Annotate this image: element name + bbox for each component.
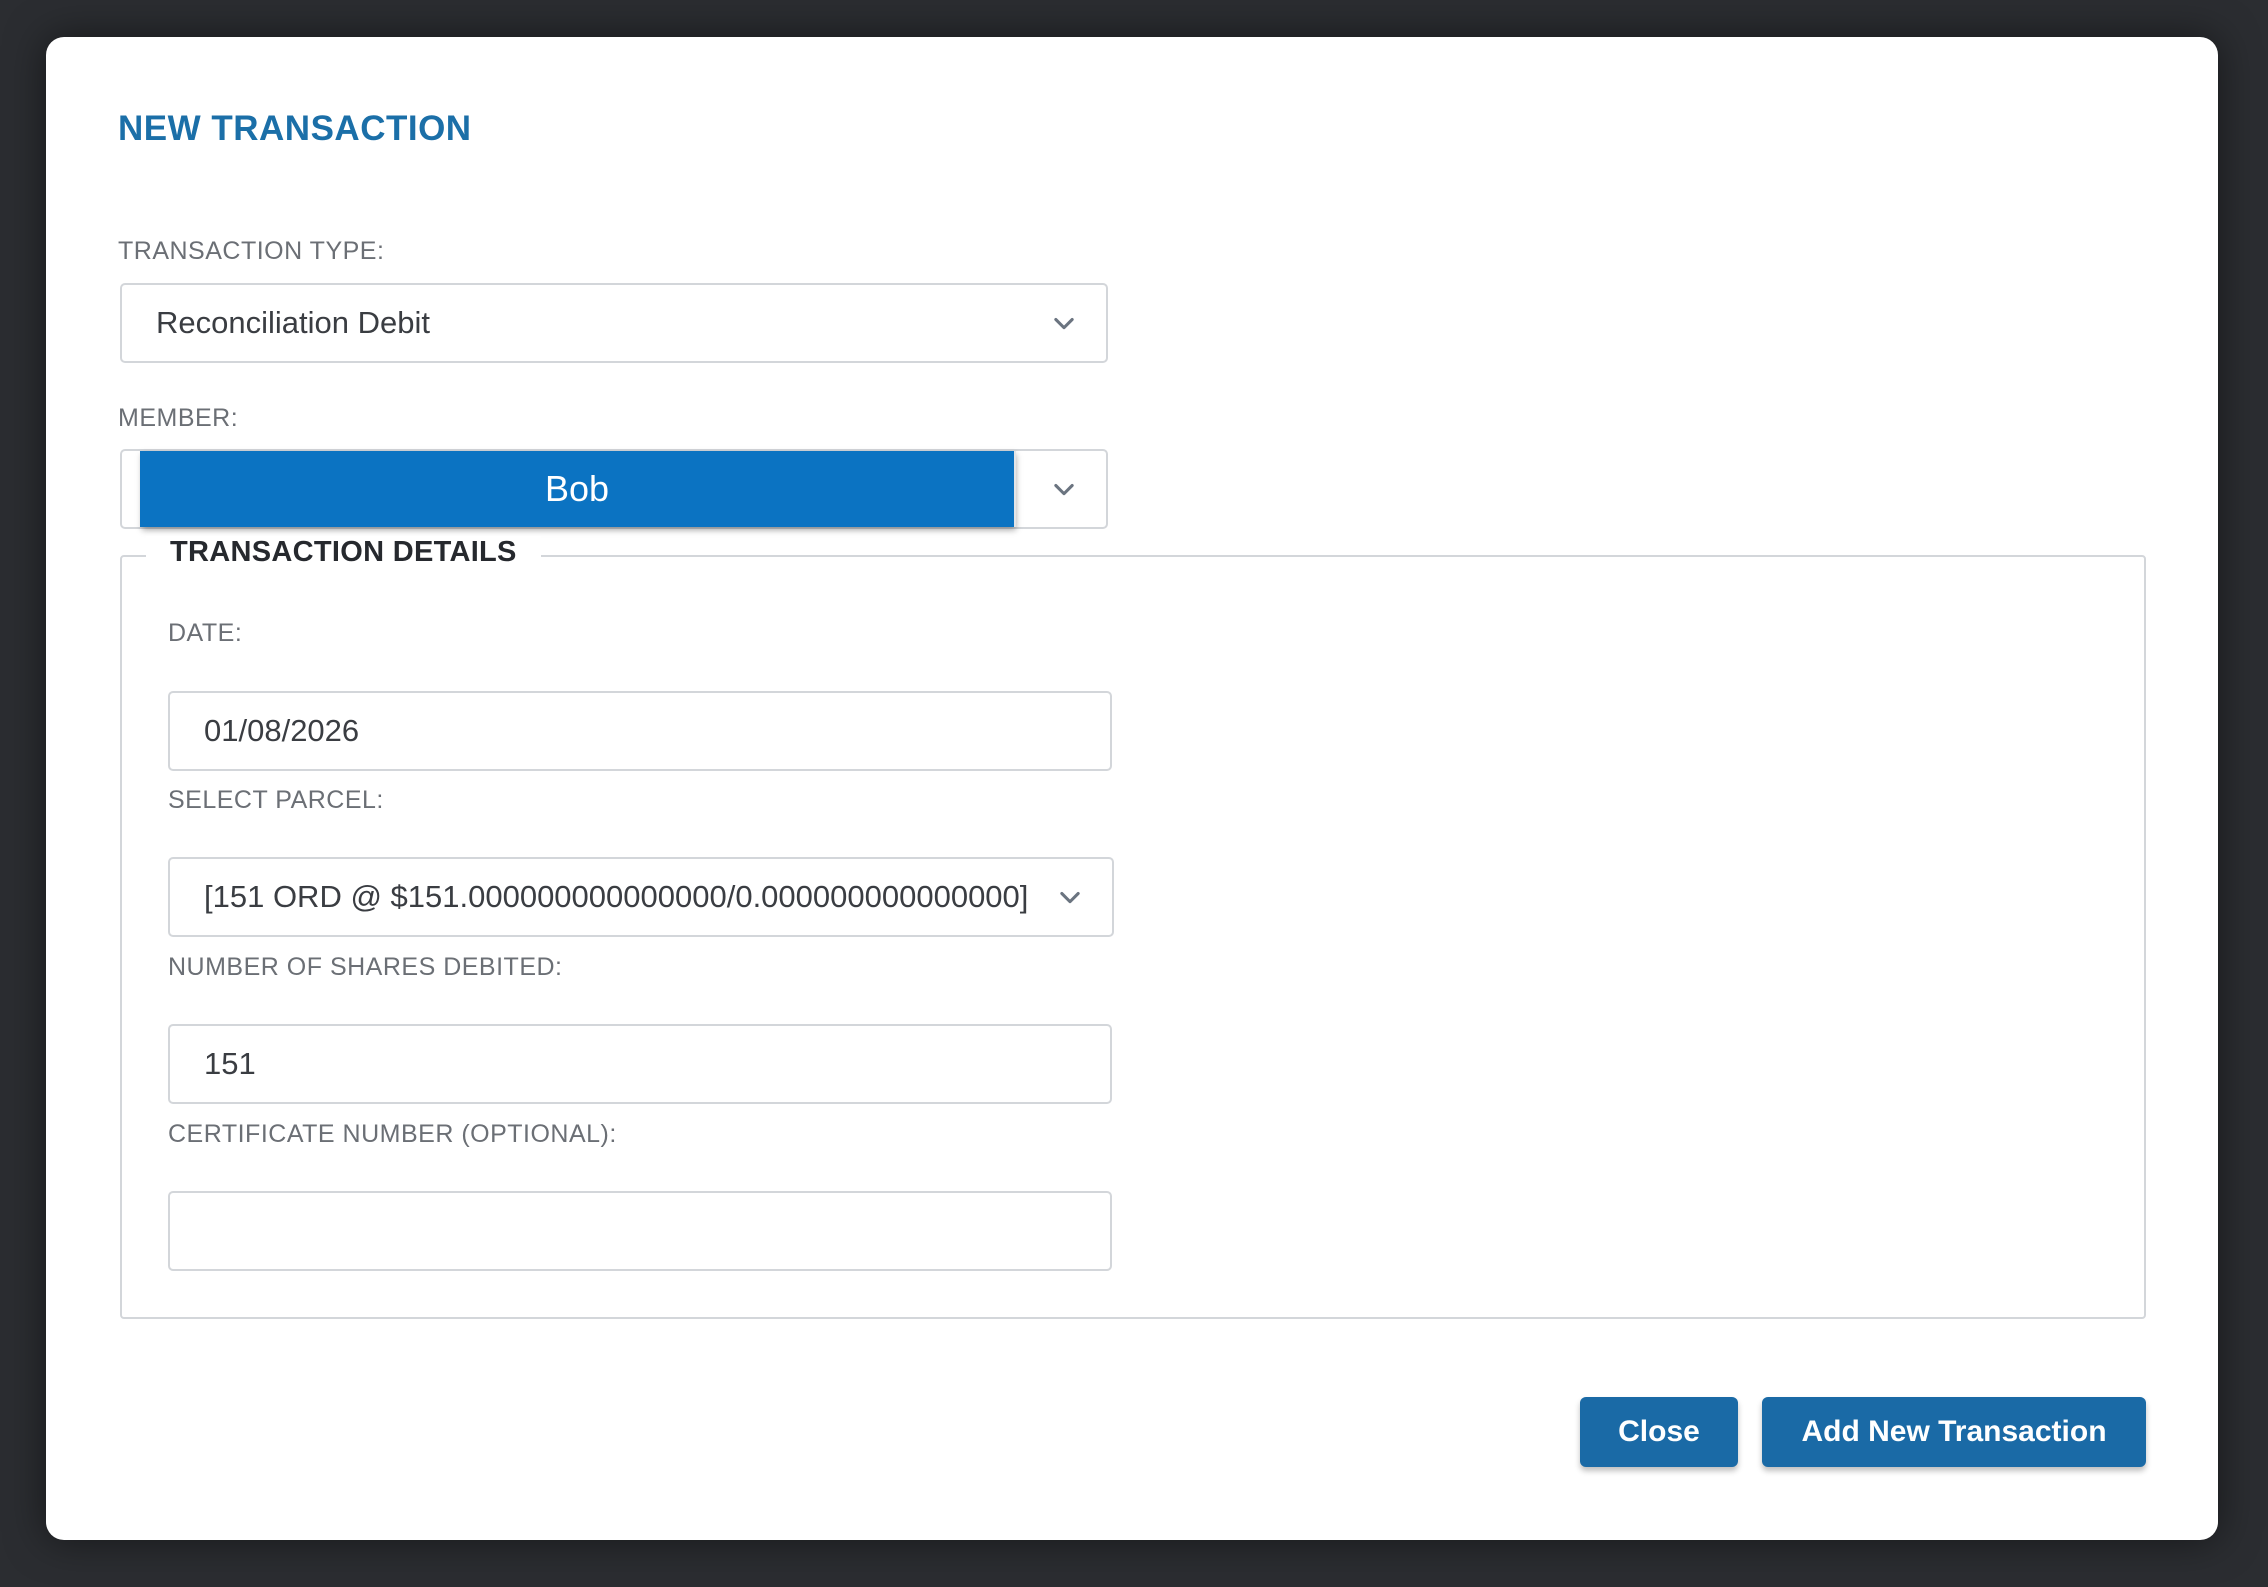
shares-value: 151 (204, 1046, 256, 1081)
parcel-label: SELECT PARCEL: (168, 786, 384, 814)
member-label: MEMBER: (118, 404, 239, 432)
member-select-divider (1014, 451, 1016, 527)
date-input[interactable]: 01/08/2026 (168, 691, 1112, 771)
certificate-input[interactable] (168, 1191, 1112, 1271)
parcel-select[interactable]: [151 ORD @ $151.000000000000000/0.000000… (168, 857, 1114, 937)
transaction-type-value: Reconciliation Debit (156, 305, 430, 340)
date-label: DATE: (168, 619, 243, 647)
member-selected-value[interactable]: Bob (140, 451, 1014, 527)
member-select[interactable]: Bob (120, 449, 1108, 529)
chevron-down-icon[interactable] (1050, 475, 1078, 503)
certificate-label: CERTIFICATE NUMBER (OPTIONAL): (168, 1120, 617, 1148)
transaction-type-label: TRANSACTION TYPE: (118, 237, 385, 265)
close-button[interactable]: Close (1580, 1397, 1738, 1467)
parcel-value: [151 ORD @ $151.000000000000000/0.000000… (204, 879, 1029, 914)
shares-input[interactable]: 151 (168, 1024, 1112, 1104)
modal-title: NEW TRANSACTION (118, 109, 472, 148)
transaction-details-legend: TRANSACTION DETAILS (146, 536, 541, 569)
transaction-type-select[interactable]: Reconciliation Debit (120, 283, 1108, 363)
chevron-down-icon (1054, 317, 1074, 330)
transaction-details-section: TRANSACTION DETAILS DATE: 01/08/2026 SEL… (120, 536, 2146, 1319)
chevron-down-icon (1060, 891, 1080, 904)
add-new-transaction-button[interactable]: Add New Transaction (1762, 1397, 2146, 1467)
shares-label: NUMBER OF SHARES DEBITED: (168, 953, 563, 981)
new-transaction-modal: NEW TRANSACTION TRANSACTION TYPE: Reconc… (46, 37, 2218, 1540)
date-value: 01/08/2026 (204, 713, 360, 748)
